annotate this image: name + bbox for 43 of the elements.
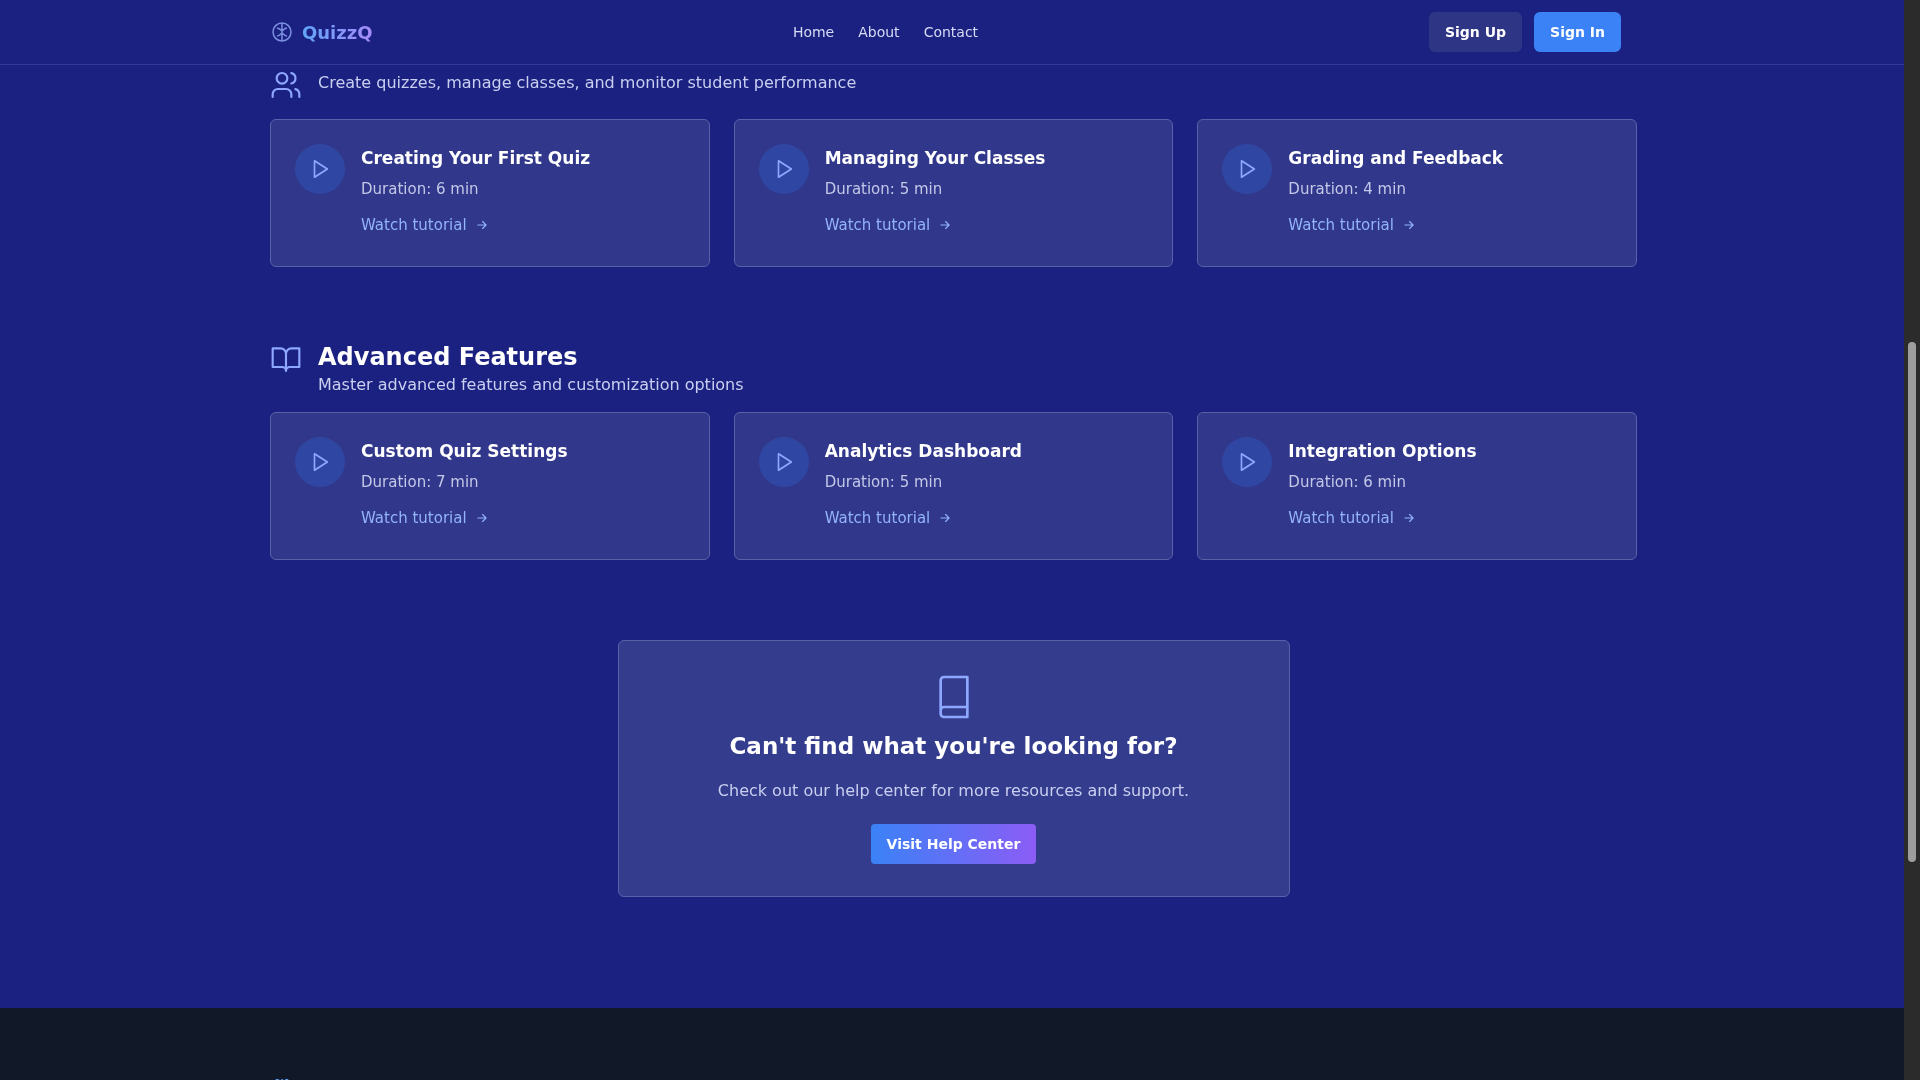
tutorial-duration: Duration: 6 min [361,180,480,198]
arrow-right-icon [474,218,489,232]
watch-tutorial-link[interactable]: Watch tutorial [361,509,489,527]
watch-tutorial-link[interactable]: Watch tutorial [1288,216,1416,234]
nav-link[interactable]: Contact [923,24,979,40]
tutorial-duration: Duration: 4 min [1288,180,1407,198]
arrow-right-icon [474,511,489,525]
arrow-right-icon [1401,511,1416,525]
watch-tutorial-link[interactable]: Watch tutorial [361,216,489,234]
scrollbar[interactable] [1904,0,1920,1080]
watch-tutorial-link[interactable]: Watch tutorial [824,216,953,234]
arrow-right-icon [938,511,953,525]
users-icon [270,69,302,101]
play-icon [758,437,809,487]
sign-in-button[interactable]: Sign In [1534,12,1621,52]
play-icon [295,437,345,487]
tutorial-duration: Duration: 5 min [824,180,944,198]
tutorial-duration: Duration: 6 min [1288,473,1407,491]
tutorial-duration: Duration: 5 min [824,473,944,491]
play-icon [1222,437,1273,487]
tutorial-title: Managing Your Classes [824,148,1046,168]
tutorial-title: Custom Quiz Settings [361,441,568,461]
arrow-right-icon [938,218,953,232]
help-text: Check out our help center for more resources and support. [717,781,1190,800]
visit-help-center-button[interactable]: Visit Help Center [870,824,1037,864]
tutorial-duration: Duration: 7 min [361,473,480,491]
sign-up-button[interactable]: Sign Up [1428,12,1523,52]
watch-tutorial-link[interactable]: Watch tutorial [1288,509,1416,527]
watch-tutorial-link[interactable]: Watch tutorial [824,509,953,527]
help-title: Can't find what you're looking for? [729,733,1178,759]
tutorial-title: Grading and Feedback [1288,148,1504,168]
section-title: Advanced Features [318,343,579,371]
nav-link[interactable]: Home [792,24,835,40]
tutorial-title: Creating Your First Quiz [361,148,591,168]
nav-link[interactable]: About [858,24,900,40]
tutorial-title: Analytics Dashboard [824,441,1023,461]
play-icon [758,144,809,194]
arrow-right-icon [1401,218,1416,232]
section-subtitle: Create quizzes, manage classes, and monitor student performance [318,73,857,92]
tutorial-title: Integration Options [1288,441,1477,461]
play-icon [295,144,345,194]
play-icon [1222,144,1273,194]
section-subtitle: Master advanced features and customization options [318,375,744,394]
